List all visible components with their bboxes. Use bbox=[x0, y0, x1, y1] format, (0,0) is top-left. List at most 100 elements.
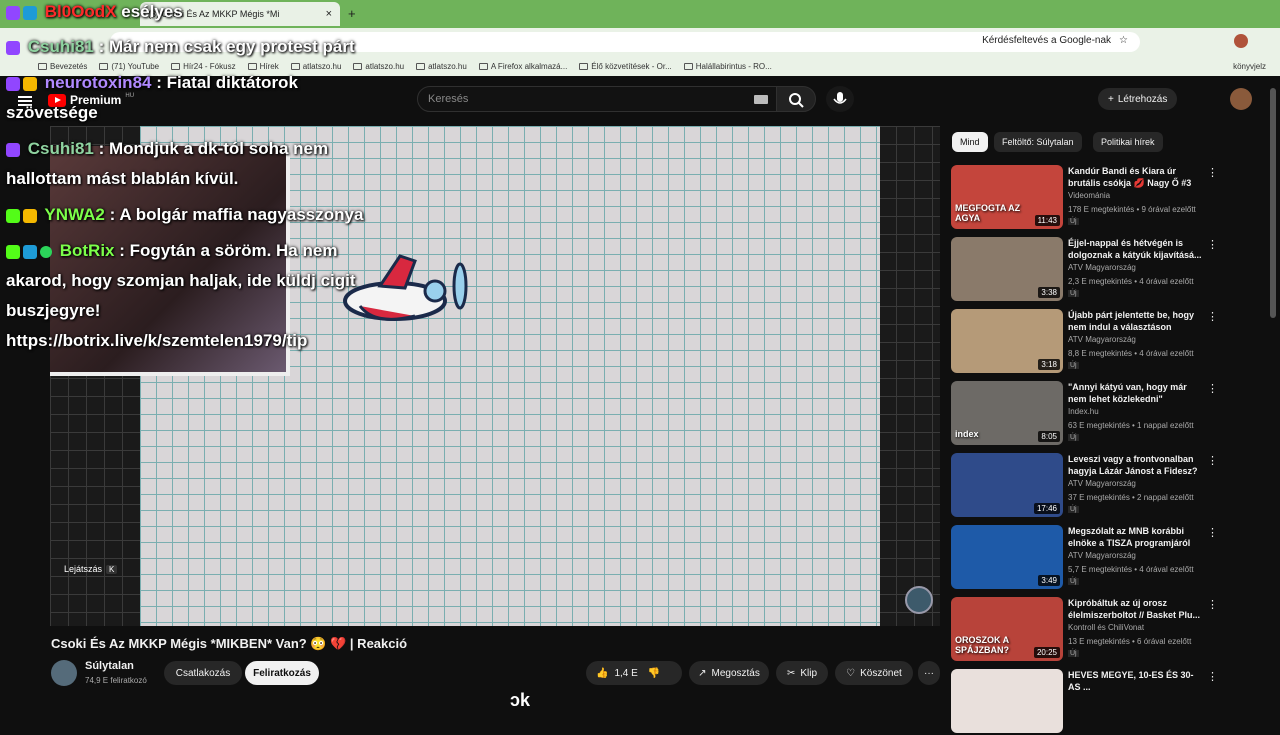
video-meta: 178 E megtekintés • 9 órával ezelőtt bbox=[1068, 205, 1196, 214]
thanks-button[interactable]: ♡ Köszönet bbox=[835, 661, 913, 685]
recommended-video[interactable]: OROSZOK A SPÁJZBAN? 20:25 Kipróbáltuk az ú… bbox=[951, 597, 1221, 663]
video-title: Csoki És Az MKKP Mégis *MIKBEN* Van? 😳 💔… bbox=[51, 636, 408, 651]
bookmark-item[interactable]: atlatszo.hu bbox=[353, 62, 404, 71]
channel-name[interactable]: ATV Magyarország bbox=[1068, 551, 1136, 560]
channel-name[interactable]: ATV Magyarország bbox=[1068, 335, 1136, 344]
chat-message-continuation: szövetsége bbox=[6, 103, 98, 122]
account-avatar[interactable] bbox=[1230, 88, 1252, 110]
new-badge: Új bbox=[1068, 290, 1079, 297]
more-vert-icon[interactable]: ⋮ bbox=[1207, 455, 1218, 467]
video-duration: 3:38 bbox=[1038, 287, 1060, 298]
video-title-link[interactable]: HEVES MEGYE, 10-ES ÉS 30-AS ... bbox=[1068, 669, 1203, 693]
channel-name[interactable]: Kontroll és ChiliVonat bbox=[1068, 623, 1144, 632]
chat-text: esélyes bbox=[121, 2, 183, 21]
chat-username: YNWA2 bbox=[44, 205, 105, 224]
share-button[interactable]: ↗ Megosztás bbox=[689, 661, 769, 685]
play-hint-key: K bbox=[106, 564, 118, 574]
channel-name[interactable]: ATV Magyarország bbox=[1068, 263, 1136, 272]
other-bookmarks[interactable]: könyvjelz bbox=[1233, 62, 1266, 71]
twitch-badge-icon bbox=[6, 40, 20, 55]
recommended-video[interactable]: MEGFOGTA AZ AGYA 11:43 Kandúr Bandi és Kia… bbox=[951, 165, 1221, 231]
chat-message: BotRix : Fogytán a söröm. Ha nem bbox=[6, 236, 337, 266]
profile-avatar-icon[interactable] bbox=[1234, 34, 1248, 48]
video-thumbnail[interactable]: MEGFOGTA AZ AGYA 11:43 bbox=[951, 165, 1063, 229]
video-title-link[interactable]: Kipróbáltuk az új orosz élelmiszerboltot… bbox=[1068, 597, 1203, 621]
channel-name[interactable]: Index.hu bbox=[1068, 407, 1099, 416]
twitch-badge-icon bbox=[6, 5, 20, 20]
more-vert-icon[interactable]: ⋮ bbox=[1207, 527, 1218, 539]
video-duration: 8:05 bbox=[1038, 431, 1060, 442]
recommended-video[interactable]: 3:18 Újabb párt jelentette be, hogy nem i… bbox=[951, 309, 1221, 375]
folder-icon bbox=[478, 62, 488, 70]
channel-avatar[interactable] bbox=[51, 660, 77, 686]
clip-button[interactable]: ✂ Klip bbox=[776, 661, 828, 685]
like-dislike-group: 👍 1,4 E 👎 bbox=[586, 661, 682, 685]
channel-name[interactable]: Súlytalan bbox=[85, 660, 134, 672]
moderator-badge-icon bbox=[23, 5, 37, 20]
page-scrollbar[interactable] bbox=[1270, 88, 1276, 318]
keyboard-icon[interactable] bbox=[754, 95, 768, 104]
subscribe-button[interactable]: Feliratkozás bbox=[245, 661, 319, 685]
recommended-video[interactable]: 17:46 Leveszi vagy a frontvonalban hagyja… bbox=[951, 453, 1221, 519]
video-thumbnail[interactable]: OROSZOK A SPÁJZBAN? 20:25 bbox=[951, 597, 1063, 661]
bookmark-item[interactable]: atlatszo.hu bbox=[290, 61, 342, 71]
bookmark-star-icon[interactable]: ☆ bbox=[1119, 35, 1128, 46]
recommended-video[interactable]: HEVES MEGYE, 10-ES ÉS 30-AS ... ⋮ bbox=[951, 669, 1221, 735]
recommended-video[interactable]: 3:49 Megszólalt az MNB korábbi elnöke a T… bbox=[951, 525, 1221, 591]
channel-watermark-icon[interactable] bbox=[905, 586, 933, 614]
video-title-link[interactable]: Megszólalt az MNB korábbi elnöke a TISZA… bbox=[1068, 525, 1203, 549]
bookmark-item[interactable]: A Firefox alkalmazá... bbox=[478, 62, 567, 71]
video-title-link[interactable]: Éjjel-nappal és hétvégén is dolgoznak a … bbox=[1068, 237, 1203, 261]
video-thumbnail[interactable]: 3:49 bbox=[951, 525, 1063, 589]
create-button[interactable]: + Létrehozás bbox=[1098, 88, 1178, 110]
chat-separator: : bbox=[93, 139, 109, 158]
recommended-video[interactable]: index 8:05 "Annyi kátyú van, hogy már nem … bbox=[951, 381, 1221, 447]
more-vert-icon[interactable]: ⋮ bbox=[1207, 383, 1218, 395]
new-badge: Új bbox=[1068, 578, 1079, 585]
ask-google-button[interactable]: Kérdésfeltevés a Google-nak bbox=[982, 35, 1111, 46]
folder-icon bbox=[579, 62, 589, 70]
more-vert-icon[interactable]: ⋮ bbox=[1207, 671, 1218, 683]
like-count: 1,4 E bbox=[614, 667, 638, 679]
channel-name[interactable]: Videománia bbox=[1068, 191, 1110, 200]
bookmark-label: atlatszo.hu bbox=[365, 61, 405, 71]
video-thumbnail[interactable]: 3:18 bbox=[951, 309, 1063, 373]
bookmark-label: atlatszo.hu bbox=[302, 61, 342, 71]
like-button[interactable]: 👍 1,4 E bbox=[596, 668, 638, 679]
video-thumbnail[interactable]: 17:46 bbox=[951, 453, 1063, 517]
video-title-link[interactable]: Újabb párt jelentette be, hogy nem indul… bbox=[1068, 309, 1203, 333]
video-title-link[interactable]: "Annyi kátyú van, hogy már nem lehet köz… bbox=[1068, 381, 1203, 405]
chip-politics[interactable]: Politikai hírek bbox=[1093, 132, 1163, 152]
video-title-link[interactable]: Leveszi vagy a frontvonalban hagyja Lázá… bbox=[1068, 453, 1203, 477]
search-input[interactable]: Keresés bbox=[417, 86, 777, 112]
new-badge: Új bbox=[1068, 650, 1079, 657]
heart-icon: ♡ bbox=[846, 667, 856, 679]
more-vert-icon[interactable]: ⋮ bbox=[1207, 239, 1218, 251]
chip-all[interactable]: Mind bbox=[952, 132, 988, 152]
more-actions-button[interactable]: ··· bbox=[918, 661, 940, 685]
more-vert-icon[interactable]: ⋮ bbox=[1207, 311, 1218, 323]
more-vert-icon[interactable]: ⋮ bbox=[1207, 599, 1218, 611]
video-thumbnail[interactable] bbox=[951, 669, 1063, 733]
video-title-link[interactable]: Kandúr Bandi és Kiara úr brutális csókja… bbox=[1068, 165, 1203, 189]
chat-username: BotRix bbox=[59, 241, 115, 260]
new-badge: Új bbox=[1068, 434, 1079, 441]
new-tab-button[interactable]: + bbox=[348, 6, 356, 21]
chat-separator: : bbox=[114, 241, 130, 260]
channel-name[interactable]: ATV Magyarország bbox=[1068, 479, 1136, 488]
tab-close-icon[interactable]: × bbox=[326, 8, 332, 20]
search-button[interactable] bbox=[776, 86, 816, 112]
bookmark-item[interactable]: Halállabirintus - RO... bbox=[683, 62, 772, 71]
join-button[interactable]: Csatlakozás bbox=[164, 661, 242, 685]
voice-search-button[interactable] bbox=[826, 86, 854, 112]
dislike-button[interactable]: 👎 bbox=[648, 668, 660, 679]
bookmark-item[interactable]: Élő közvetítések - Or... bbox=[579, 62, 672, 71]
play-hint-label: Lejátszás bbox=[64, 564, 103, 574]
recommended-video[interactable]: 3:38 Éjjel-nappal és hétvégén is dolgozna… bbox=[951, 237, 1221, 303]
chip-uploader[interactable]: Feltöltő: Súlytalan bbox=[994, 132, 1082, 152]
bookmark-item[interactable]: atlatszo.hu bbox=[416, 62, 467, 71]
video-meta: 63 E megtekintés • 1 nappal ezelőtt bbox=[1068, 421, 1194, 430]
more-vert-icon[interactable]: ⋮ bbox=[1207, 167, 1218, 179]
video-thumbnail[interactable]: 3:38 bbox=[951, 237, 1063, 301]
video-thumbnail[interactable]: index 8:05 bbox=[951, 381, 1063, 445]
